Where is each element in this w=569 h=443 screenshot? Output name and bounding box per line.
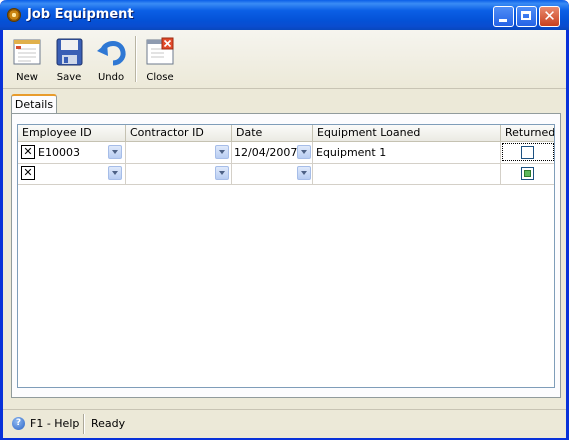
maximize-icon [521, 11, 531, 20]
close-window-button[interactable]: ✕ [539, 6, 560, 27]
save-button[interactable]: Save [49, 34, 89, 84]
equipment-loaned-cell[interactable] [313, 163, 501, 184]
column-header-returned[interactable]: Returned [501, 125, 554, 141]
app-gear-icon [7, 8, 21, 22]
chevron-down-icon[interactable] [215, 166, 229, 180]
contractor-id-cell[interactable] [126, 163, 232, 184]
maximize-button[interactable] [516, 6, 537, 27]
column-header-contractor-id[interactable]: Contractor ID [126, 125, 232, 141]
equipment-loaned-cell[interactable]: Equipment 1 [313, 142, 501, 163]
toolbar: New Save Undo Close [3, 30, 566, 89]
chevron-down-icon[interactable] [215, 145, 229, 159]
undo-label: Undo [97, 72, 125, 83]
column-header-employee-id[interactable]: Employee ID [18, 125, 126, 141]
employee-id-cell[interactable]: ✕ E10003 [18, 142, 126, 163]
floppy-disk-icon [56, 38, 83, 66]
undo-button[interactable]: Undo [91, 34, 131, 84]
status-bar: ? F1 - Help Ready [3, 409, 566, 438]
close-document-icon [146, 37, 174, 65]
delete-row-icon[interactable]: ✕ [21, 166, 35, 180]
status-separator [83, 414, 85, 434]
employee-id-cell[interactable]: ✕ [18, 163, 126, 184]
chevron-down-icon[interactable] [108, 166, 122, 180]
date-value: 12/04/2007 [234, 146, 298, 159]
save-label: Save [56, 72, 82, 83]
date-cell[interactable] [232, 163, 313, 184]
close-icon: ✕ [543, 7, 556, 25]
chevron-down-icon[interactable] [297, 145, 311, 159]
delete-row-icon[interactable]: ✕ [21, 145, 35, 159]
equipment-grid[interactable]: Employee ID Contractor ID Date Equipment… [17, 124, 555, 388]
window-title: Job Equipment [27, 7, 134, 22]
help-icon[interactable]: ? [12, 417, 25, 430]
returned-checkbox[interactable] [521, 146, 534, 159]
table-row[interactable]: ✕ [18, 163, 554, 185]
grid-header: Employee ID Contractor ID Date Equipment… [18, 125, 554, 142]
returned-checkbox[interactable] [521, 167, 534, 180]
chevron-down-icon[interactable] [108, 145, 122, 159]
status-text: Ready [91, 417, 126, 430]
returned-cell[interactable] [501, 163, 554, 184]
new-button[interactable]: New [7, 34, 47, 84]
new-label: New [16, 72, 38, 83]
minimize-button[interactable] [493, 6, 514, 27]
returned-cell[interactable] [501, 142, 554, 163]
equipment-loaned-value: Equipment 1 [316, 146, 387, 159]
column-header-equipment-loaned[interactable]: Equipment Loaned [313, 125, 501, 141]
minimize-icon [499, 19, 507, 22]
toolbar-separator [135, 36, 137, 82]
new-document-icon [13, 39, 41, 65]
tab-details[interactable]: Details [11, 94, 57, 114]
chevron-down-icon[interactable] [297, 166, 311, 180]
column-header-date[interactable]: Date [232, 125, 313, 141]
close-label: Close [146, 72, 174, 83]
help-hint: F1 - Help [30, 417, 80, 430]
job-equipment-window: Job Equipment ✕ New Save Undo Close Deta… [0, 0, 569, 440]
contractor-id-cell[interactable] [126, 142, 232, 163]
undo-arrow-icon [97, 41, 126, 66]
close-button[interactable]: Close [140, 34, 180, 84]
date-cell[interactable]: 12/04/2007 [232, 142, 313, 163]
table-row[interactable]: ✕ E10003 12/04/2007 Equipment 1 [18, 142, 554, 164]
employee-id-value: E10003 [38, 146, 80, 159]
title-bar[interactable]: Job Equipment ✕ [0, 0, 569, 30]
